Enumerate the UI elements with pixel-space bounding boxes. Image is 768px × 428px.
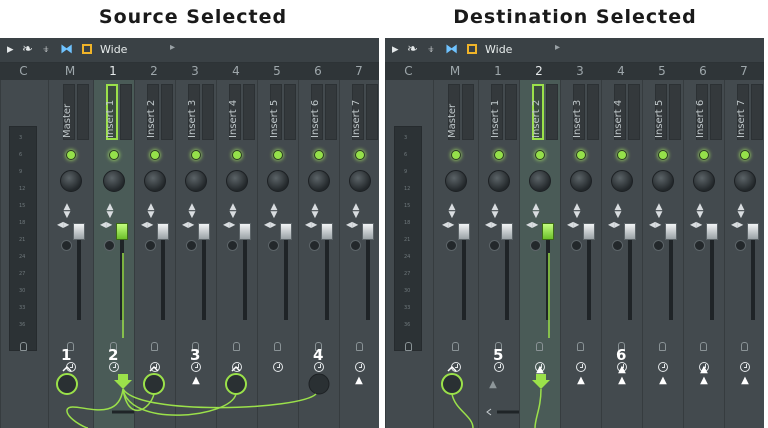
send-knob-insert-4[interactable] bbox=[225, 373, 247, 395]
send-knob-insert-6[interactable] bbox=[308, 373, 330, 395]
route-curve-2 bbox=[534, 388, 542, 428]
left-mixer-panel: ▸ ❧ ⍖ ⧓ Wide ▸ C M 1 2 3 4 5 6 7 3 6 9 12 15 18 21 24 27 30 33 36 M… bbox=[0, 38, 379, 428]
routing-overlay bbox=[56, 253, 330, 428]
left-title: Source Selected bbox=[98, 6, 288, 28]
send-knob-master[interactable] bbox=[441, 373, 463, 395]
route-curve-4 bbox=[122, 388, 237, 416]
route-down-arrow-icon[interactable] bbox=[114, 374, 132, 389]
route-caret-icon bbox=[62, 365, 72, 372]
right-mixer-panel: ▸ ❧ ⍖ ⧓ Wide ▸ C M 1 2 3 4 5 6 7 3 6 9 12 15 18 21 24 27 30 33 36 M… bbox=[385, 38, 764, 428]
routing-overlay bbox=[441, 253, 550, 428]
route-caret-icon bbox=[447, 365, 457, 372]
right-title: Destination Selected bbox=[453, 6, 697, 28]
chevron-left-icon[interactable] bbox=[486, 408, 492, 416]
route-curve-master bbox=[451, 393, 474, 428]
send-knob-insert-3[interactable] bbox=[143, 373, 165, 395]
route-caret-icon bbox=[231, 365, 241, 372]
route-down-arrow-icon[interactable] bbox=[532, 374, 550, 389]
route-curve-1 bbox=[66, 388, 124, 428]
route-caret-icon bbox=[149, 365, 159, 372]
send-knob-master[interactable] bbox=[56, 373, 78, 395]
